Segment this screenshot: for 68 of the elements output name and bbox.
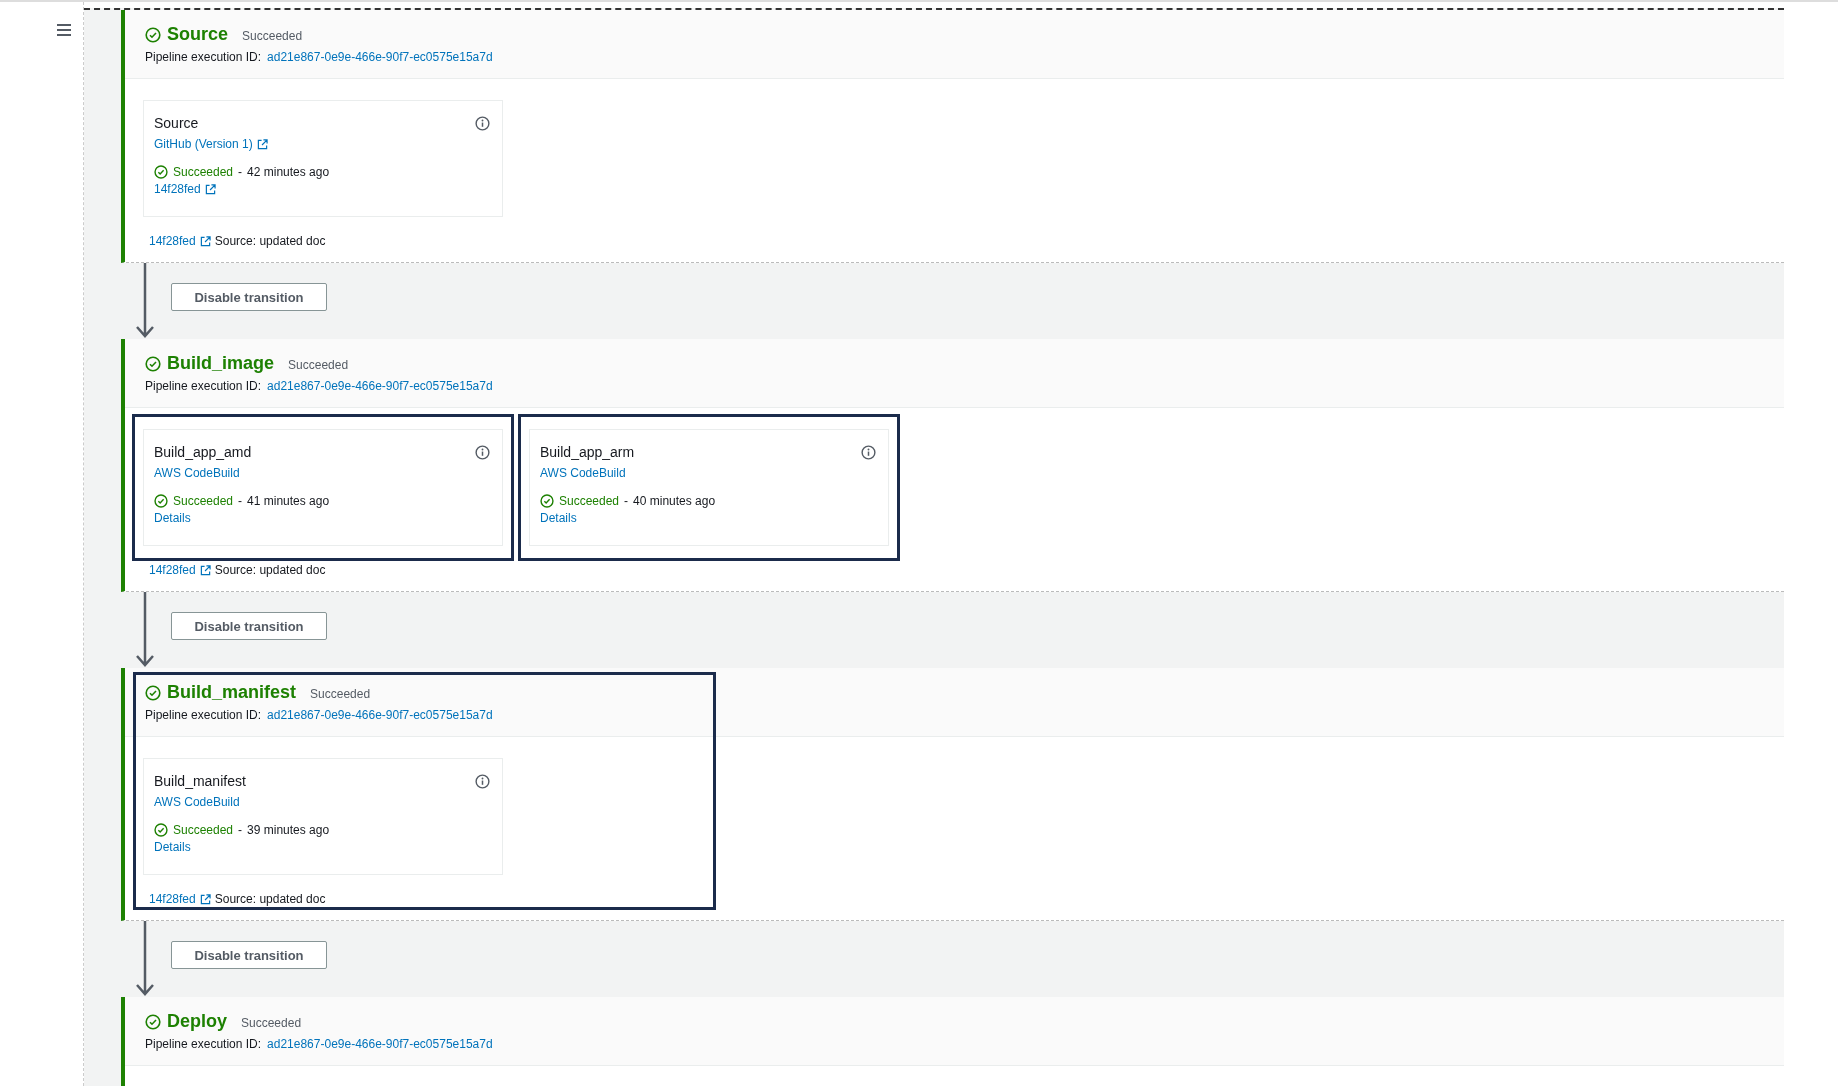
external-link-icon bbox=[199, 564, 211, 576]
action-status: Succeeded bbox=[559, 494, 620, 508]
check-circle-icon bbox=[154, 823, 168, 837]
commit-link[interactable]: 14f28fed bbox=[149, 563, 196, 577]
action-name: Build_manifest bbox=[154, 773, 246, 789]
stage-status: Succeeded bbox=[241, 1016, 302, 1030]
disable-transition-button[interactable]: Disable transition bbox=[171, 941, 327, 969]
stage-status: Succeeded bbox=[288, 358, 349, 372]
provider-link[interactable]: AWS CodeBuild bbox=[154, 466, 240, 480]
info-icon[interactable] bbox=[475, 773, 490, 789]
provider-link[interactable]: AWS CodeBuild bbox=[540, 466, 626, 480]
action-time: 39 minutes ago bbox=[247, 823, 330, 837]
check-circle-icon bbox=[154, 165, 168, 179]
action-name: Build_app_amd bbox=[154, 444, 252, 460]
check-circle-icon bbox=[145, 684, 161, 701]
revision-link[interactable]: 14f28fed bbox=[154, 182, 201, 196]
info-icon[interactable] bbox=[475, 444, 490, 460]
separator: - bbox=[238, 494, 243, 508]
commit-link[interactable]: 14f28fed bbox=[149, 234, 196, 248]
separator: - bbox=[238, 823, 243, 837]
details-link[interactable]: Details bbox=[540, 511, 577, 525]
check-circle-icon bbox=[154, 494, 168, 508]
provider-link[interactable]: GitHub (Version 1) bbox=[154, 137, 253, 151]
action-time: 42 minutes ago bbox=[247, 165, 330, 179]
menu-icon[interactable] bbox=[57, 24, 71, 36]
execution-id-link[interactable]: ad21e867-0e9e-466e-90f7-ec0575e15a7d bbox=[267, 708, 493, 722]
separator: - bbox=[624, 494, 629, 508]
stage-title: Deploy bbox=[167, 1011, 227, 1032]
stage-title: Build_manifest bbox=[167, 682, 297, 703]
stage-status: Succeeded bbox=[242, 29, 303, 43]
action-name: Build_app_arm bbox=[540, 444, 635, 460]
execution-id-link[interactable]: ad21e867-0e9e-466e-90f7-ec0575e15a7d bbox=[267, 50, 493, 64]
execution-id-link[interactable]: ad21e867-0e9e-466e-90f7-ec0575e15a7d bbox=[267, 379, 493, 393]
disable-transition-button[interactable]: Disable transition bbox=[171, 283, 327, 311]
details-link[interactable]: Details bbox=[154, 840, 191, 854]
commit-link[interactable]: 14f28fed bbox=[149, 892, 196, 906]
commit-message: Source: updated doc bbox=[214, 563, 326, 577]
down-arrow-icon bbox=[135, 921, 155, 997]
external-link-icon bbox=[199, 235, 211, 247]
action-time: 40 minutes ago bbox=[633, 494, 716, 508]
commit-message: Source: updated doc bbox=[214, 234, 326, 248]
separator: - bbox=[238, 165, 243, 179]
down-arrow-icon bbox=[135, 263, 155, 339]
stage-title: Source bbox=[167, 24, 229, 45]
execution-id-link[interactable]: ad21e867-0e9e-466e-90f7-ec0575e15a7d bbox=[267, 1037, 493, 1051]
stage-status: Succeeded bbox=[310, 687, 371, 701]
info-icon[interactable] bbox=[861, 444, 876, 460]
action-name: Source bbox=[154, 115, 199, 131]
execution-id-label: Pipeline execution ID: bbox=[145, 379, 262, 393]
info-icon[interactable] bbox=[475, 115, 490, 131]
check-circle-icon bbox=[540, 494, 554, 508]
execution-id-label: Pipeline execution ID: bbox=[145, 708, 262, 722]
action-status: Succeeded bbox=[173, 165, 234, 179]
disable-transition-button[interactable]: Disable transition bbox=[171, 612, 327, 640]
down-arrow-icon bbox=[135, 592, 155, 668]
external-link-icon bbox=[199, 893, 211, 905]
execution-id-label: Pipeline execution ID: bbox=[145, 1037, 262, 1051]
commit-message: Source: updated doc bbox=[214, 892, 326, 906]
execution-id-label: Pipeline execution ID: bbox=[145, 50, 262, 64]
check-circle-icon bbox=[145, 1013, 161, 1030]
stage-title: Build_image bbox=[167, 353, 275, 374]
action-time: 41 minutes ago bbox=[247, 494, 330, 508]
action-status: Succeeded bbox=[173, 823, 234, 837]
check-circle-icon bbox=[145, 26, 161, 43]
provider-link[interactable]: AWS CodeBuild bbox=[154, 795, 240, 809]
details-link[interactable]: Details bbox=[154, 511, 191, 525]
action-status: Succeeded bbox=[173, 494, 234, 508]
check-circle-icon bbox=[145, 355, 161, 372]
